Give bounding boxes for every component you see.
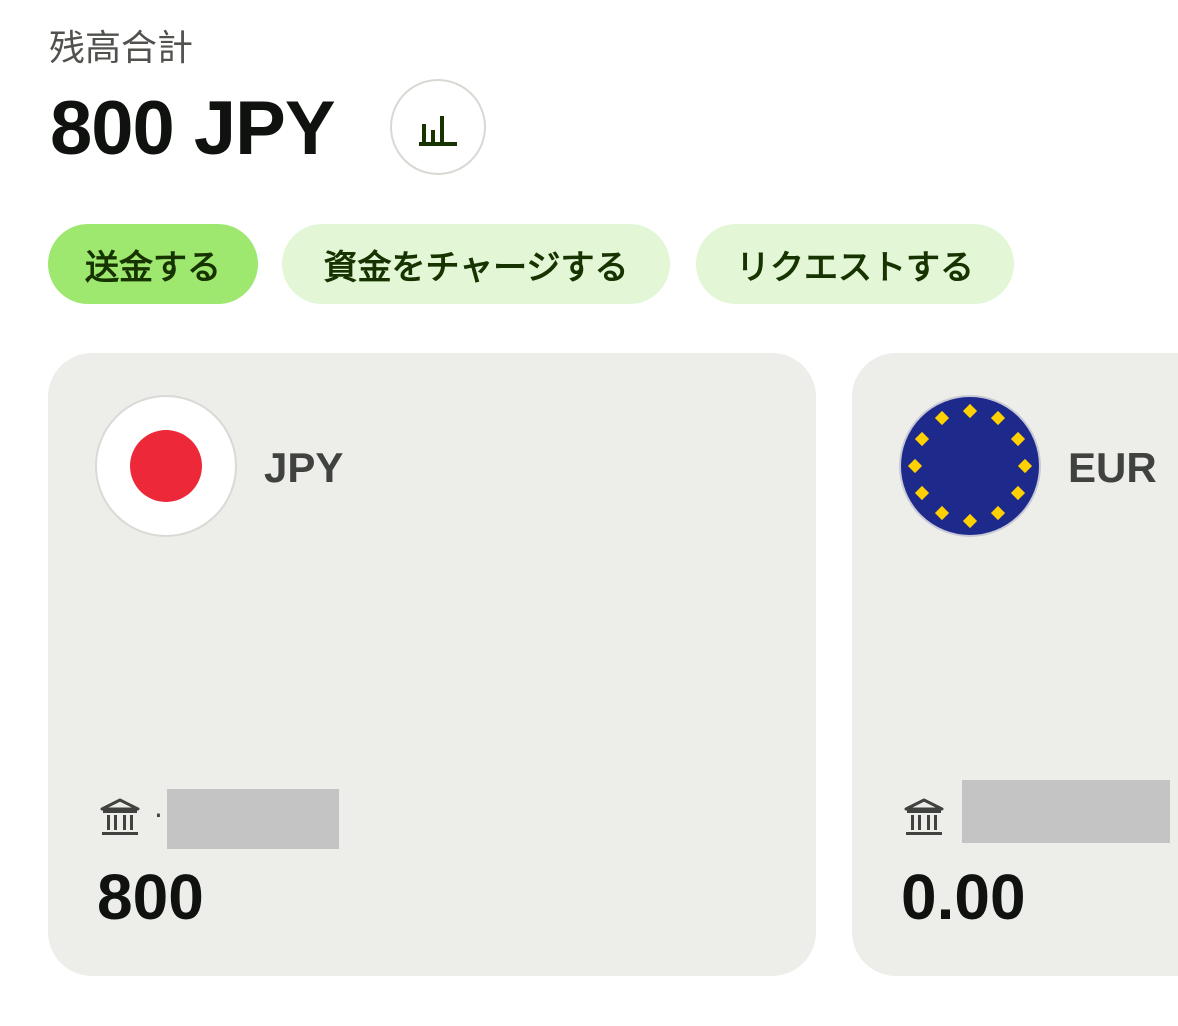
separator-dot: · bbox=[154, 799, 163, 832]
add-money-button-label: 資金をチャージする bbox=[323, 247, 629, 288]
redacted-account-number bbox=[962, 780, 1170, 843]
balance-overview: 残高合計 800 JPY 送金する 資金をチャージする リクエストする JPY bbox=[0, 0, 1178, 1026]
currency-code: JPY bbox=[264, 444, 344, 491]
bank-icon bbox=[904, 798, 944, 835]
total-balance-label: 残高合計 bbox=[49, 28, 194, 69]
account-balance: 0.00 bbox=[901, 861, 1026, 933]
insights-button[interactable] bbox=[390, 79, 486, 175]
eu-flag-icon bbox=[899, 395, 1041, 537]
account-card-jpy[interactable]: JPY · 800 bbox=[48, 353, 816, 976]
total-balance-amount: 800 JPY bbox=[50, 86, 336, 171]
currency-code: EUR bbox=[1068, 444, 1157, 491]
send-button-label: 送金する bbox=[85, 247, 221, 288]
redacted-account-number bbox=[167, 789, 339, 849]
request-button[interactable]: リクエストする bbox=[696, 224, 1014, 304]
bar-chart-icon bbox=[419, 116, 457, 146]
send-button[interactable]: 送金する bbox=[48, 224, 258, 304]
account-balance: 800 bbox=[97, 861, 204, 933]
add-money-button[interactable]: 資金をチャージする bbox=[282, 224, 670, 304]
bank-icon bbox=[100, 798, 140, 835]
request-button-label: リクエストする bbox=[736, 247, 974, 288]
japan-flag-icon bbox=[95, 395, 237, 537]
account-card-eur[interactable]: EUR 0.00 bbox=[852, 353, 1178, 976]
